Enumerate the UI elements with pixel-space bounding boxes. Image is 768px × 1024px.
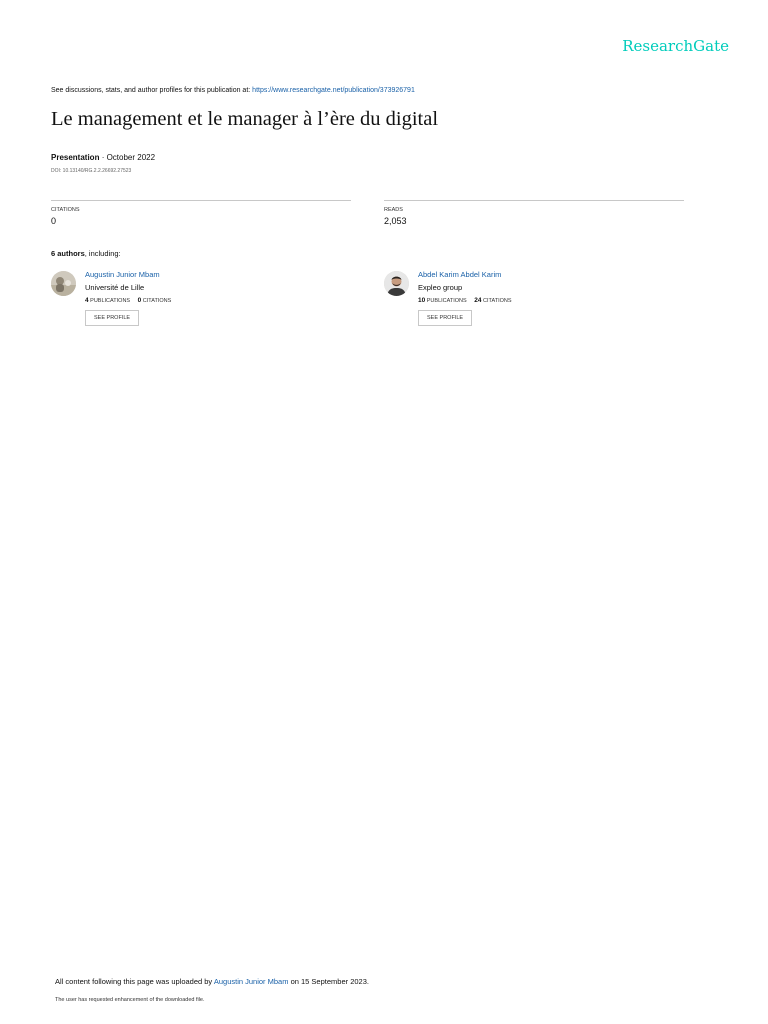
avatar-photo-icon [51, 271, 76, 296]
publication-type: Presentation [51, 153, 100, 162]
discussion-line: See discussions, stats, and author profi… [51, 87, 415, 94]
citations-stat: CITATIONS 0 [51, 200, 351, 226]
reads-stat: READS 2,053 [384, 200, 684, 226]
author-stats: 4 PUBLICATIONS 0 CITATIONS [85, 297, 171, 304]
enhancement-note: The user has requested enhancement of th… [55, 997, 205, 1003]
avatar[interactable] [51, 271, 76, 296]
author-stats: 10 PUBLICATIONS 24 CITATIONS [418, 297, 512, 304]
avatar[interactable] [384, 271, 409, 296]
avatar-photo-icon [384, 271, 409, 296]
author-institution: Université de Lille [85, 283, 145, 292]
author-citations-label: CITATIONS [483, 298, 512, 304]
upload-notice: All content following this page was uplo… [55, 977, 369, 986]
author-publications-count: 4 [85, 297, 89, 304]
discussion-prefix: See discussions, stats, and author profi… [51, 87, 253, 94]
publication-meta: Presentation · October 2022 [51, 153, 155, 162]
publication-doi: DOI: 10.13140/RG.2.2.26692.27523 [51, 168, 132, 174]
authors-count-line: 6 authors, including: [51, 249, 121, 258]
see-profile-button[interactable]: SEE PROFILE [85, 310, 140, 326]
upload-suffix: on 15 September 2023. [288, 977, 369, 986]
reads-value: 2,053 [384, 216, 407, 226]
publication-date: · October 2022 [99, 153, 156, 162]
author-publications-count: 10 [418, 297, 426, 304]
researchgate-logo[interactable]: ResearchGate [622, 37, 729, 55]
publication-title: Le management et le manager à l’ère du d… [51, 108, 439, 130]
see-profile-button[interactable]: SEE PROFILE [418, 310, 473, 326]
author-card: Abdel Karim Abdel Karim Expleo group 10 … [384, 270, 684, 336]
reads-label: READS [384, 207, 403, 213]
author-publications-label: PUBLICATIONS [426, 298, 467, 304]
authors-suffix: , including: [84, 249, 121, 258]
author-publications-label: PUBLICATIONS [90, 298, 131, 304]
author-citations-count: 0 [137, 297, 142, 304]
upload-prefix: All content following this page was uplo… [55, 977, 214, 986]
author-name-link[interactable]: Augustin Junior Mbam [85, 270, 171, 279]
author-name-link[interactable]: Abdel Karim Abdel Karim [418, 270, 512, 279]
publication-url-link[interactable]: https://www.researchgate.net/publication… [252, 87, 415, 94]
uploader-link[interactable]: Augustin Junior Mbam [214, 977, 289, 986]
citations-label: CITATIONS [51, 207, 80, 213]
author-citations-label: CITATIONS [142, 298, 172, 304]
citations-value: 0 [51, 216, 57, 226]
author-institution: Expleo group [418, 283, 463, 292]
authors-count: 6 authors [51, 249, 85, 258]
author-citations-count: 24 [474, 297, 482, 304]
author-card: Augustin Junior Mbam Université de Lille… [51, 270, 351, 336]
